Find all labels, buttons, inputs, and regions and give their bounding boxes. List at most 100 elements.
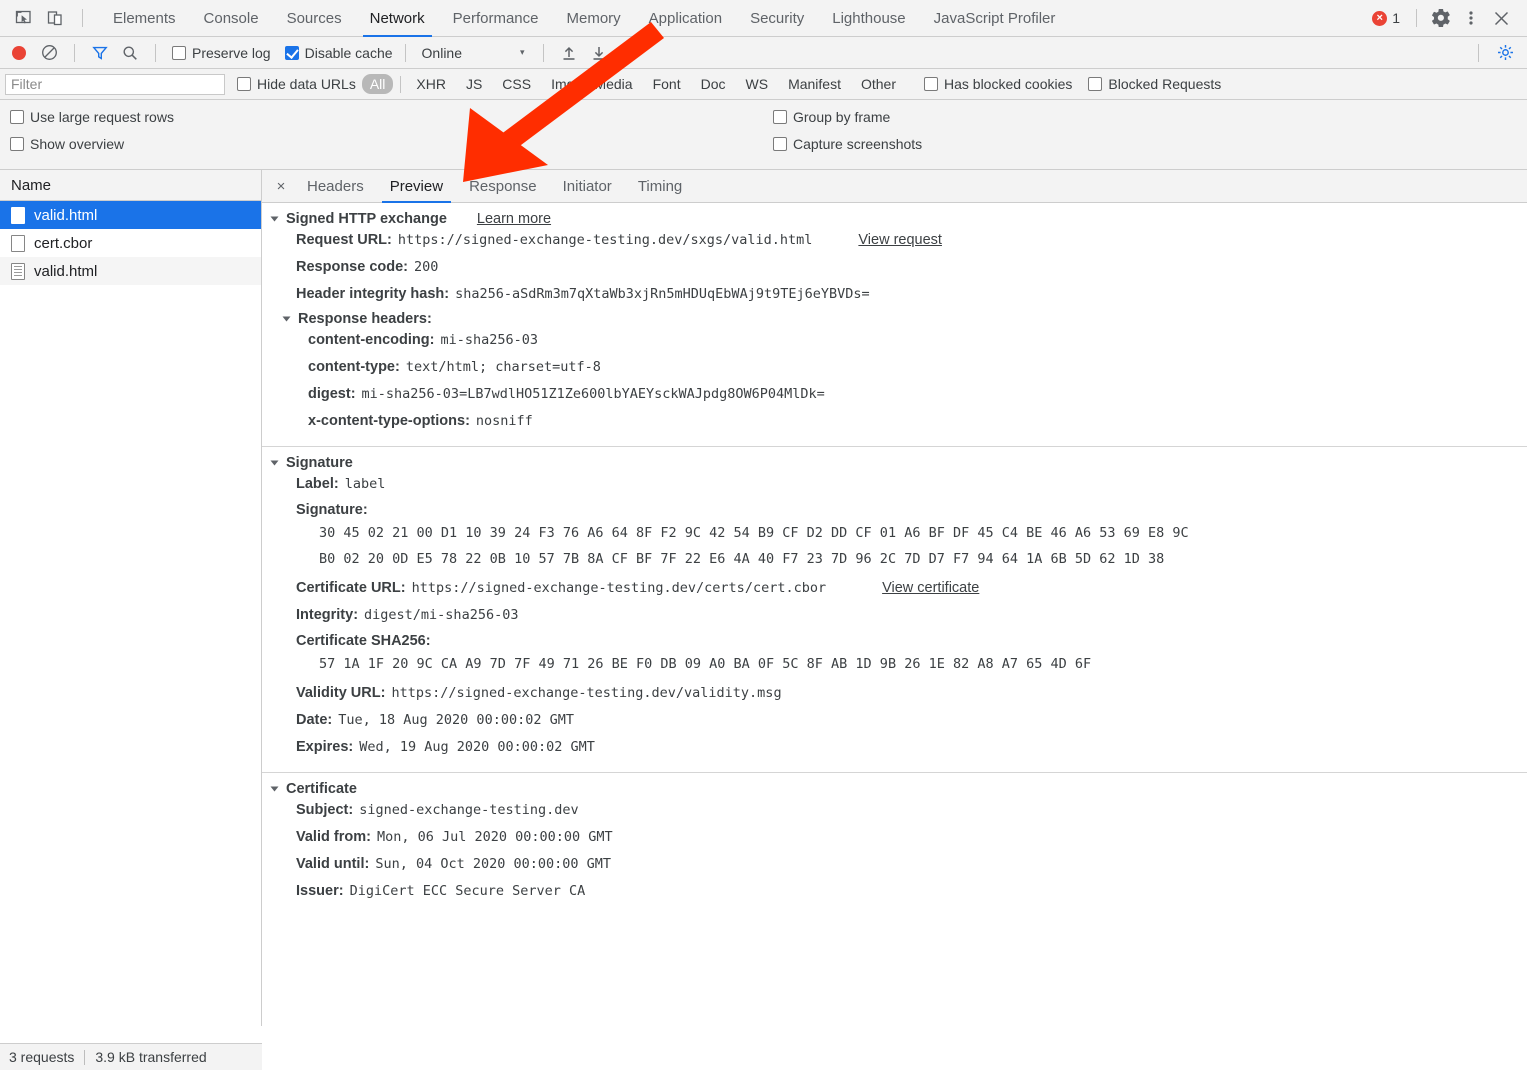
tab-timing[interactable]: Timing	[625, 170, 695, 202]
filter-input[interactable]	[5, 74, 225, 95]
import-har-icon-glyph	[561, 45, 577, 61]
blocked-requests-checkbox[interactable]: Blocked Requests	[1088, 76, 1221, 92]
record-button[interactable]	[12, 46, 26, 60]
has-blocked-cookies-checkbox[interactable]: Has blocked cookies	[924, 76, 1072, 92]
section-certificate-header[interactable]: Certificate	[262, 781, 1527, 797]
type-filter-font[interactable]: Font	[645, 74, 689, 94]
field-expires: Expires: Wed, 19 Aug 2020 00:00:02 GMT	[262, 734, 1527, 761]
more-vertical-icon[interactable]	[1457, 5, 1485, 31]
use-large-request-rows-box	[10, 110, 24, 124]
disable-cache-box	[285, 46, 299, 60]
group-by-frame-checkbox[interactable]: Group by frame	[773, 109, 922, 125]
type-filter-font-label: Font	[653, 76, 681, 92]
field-label-value: label	[345, 475, 386, 494]
show-overview-label: Show overview	[30, 136, 124, 152]
tab-preview[interactable]: Preview	[377, 170, 456, 202]
tab-sources[interactable]: Sources	[273, 0, 356, 36]
capture-screenshots-checkbox[interactable]: Capture screenshots	[773, 136, 922, 152]
toolbar-divider-4	[543, 44, 544, 62]
status-transferred-size: 3.9 kB transferred	[95, 1049, 206, 1065]
view-certificate-link[interactable]: View certificate	[882, 579, 979, 598]
toolbar-divider-1	[74, 44, 75, 62]
hide-data-urls-label: Hide data URLs	[257, 76, 356, 92]
tabbar-left-icons	[10, 0, 99, 36]
clear-icon[interactable]	[36, 41, 62, 65]
network-settings-gear-icon[interactable]	[1491, 40, 1519, 66]
field-integrity-key: Integrity:	[296, 606, 358, 625]
tab-performance[interactable]: Performance	[439, 0, 553, 36]
type-filter-img[interactable]: Img	[543, 74, 582, 94]
type-filter-css[interactable]: CSS	[494, 74, 539, 94]
close-detail-glyph: ×	[277, 178, 286, 195]
toolbar-divider-5	[1478, 44, 1479, 62]
text-document-icon	[11, 263, 25, 280]
field-date-key: Date:	[296, 711, 332, 730]
field-validity-url-key: Validity URL:	[296, 684, 385, 703]
hide-data-urls-checkbox[interactable]: Hide data URLs	[237, 76, 356, 92]
import-har-icon[interactable]	[556, 41, 582, 65]
section-signature-header[interactable]: Signature	[262, 455, 1527, 471]
close-detail-icon[interactable]: ×	[268, 170, 294, 202]
type-filter-all[interactable]: All	[362, 74, 394, 94]
tab-javascript-profiler[interactable]: JavaScript Profiler	[920, 0, 1070, 36]
field-expires-value: Wed, 19 Aug 2020 00:00:02 GMT	[359, 738, 595, 757]
type-filter-manifest[interactable]: Manifest	[780, 74, 849, 94]
tab-response[interactable]: Response	[456, 170, 550, 202]
preserve-log-box	[172, 46, 186, 60]
field-header-integrity-hash: Header integrity hash: sha256-aSdRm3m7qX…	[262, 281, 1527, 308]
table-row[interactable]: cert.cbor	[0, 229, 261, 257]
tab-headers[interactable]: Headers	[294, 170, 377, 202]
preserve-log-checkbox[interactable]: Preserve log	[172, 45, 271, 61]
devtools-main-tabbar: Elements Console Sources Network Perform…	[0, 0, 1527, 37]
export-har-icon[interactable]	[586, 41, 612, 65]
tab-elements-label: Elements	[113, 10, 176, 27]
field-certificate-url-key: Certificate URL:	[296, 579, 406, 598]
search-icon-glyph	[122, 45, 138, 61]
has-blocked-cookies-box	[924, 77, 938, 91]
use-large-request-rows-checkbox[interactable]: Use large request rows	[10, 109, 174, 125]
right-actions-divider	[1416, 9, 1417, 27]
error-count-badge[interactable]: × 1	[1366, 10, 1406, 26]
tab-network[interactable]: Network	[356, 0, 439, 36]
request-list-column-header-name[interactable]: Name	[0, 170, 261, 201]
type-filter-js[interactable]: JS	[458, 74, 490, 94]
type-filter-all-label: All	[370, 76, 386, 92]
type-filter-doc[interactable]: Doc	[693, 74, 734, 94]
close-icon[interactable]	[1487, 5, 1515, 31]
clear-icon-glyph	[41, 44, 58, 61]
hide-data-urls-box	[237, 77, 251, 91]
device-toolbar-icon[interactable]	[42, 6, 68, 30]
tab-console[interactable]: Console	[190, 0, 273, 36]
type-filter-ws[interactable]: WS	[738, 74, 777, 94]
field-signature-key: Signature:	[262, 498, 1527, 520]
field-request-url-key: Request URL:	[296, 231, 392, 250]
gear-icon[interactable]	[1427, 5, 1455, 31]
blocked-requests-box	[1088, 77, 1102, 91]
inspect-element-icon[interactable]	[10, 6, 36, 30]
type-filter-other[interactable]: Other	[853, 74, 904, 94]
field-valid-from-key: Valid from:	[296, 828, 371, 847]
subsection-response-headers-header[interactable]: Response headers:	[262, 311, 1527, 327]
show-overview-checkbox[interactable]: Show overview	[10, 136, 174, 152]
field-valid-until-value: Sun, 04 Oct 2020 00:00:00 GMT	[375, 855, 611, 874]
learn-more-link[interactable]: Learn more	[477, 211, 551, 227]
disable-cache-checkbox[interactable]: Disable cache	[285, 45, 393, 61]
tab-initiator[interactable]: Initiator	[550, 170, 625, 202]
tab-application[interactable]: Application	[635, 0, 736, 36]
type-filter-xhr[interactable]: XHR	[408, 74, 454, 94]
tab-security[interactable]: Security	[736, 0, 818, 36]
table-row[interactable]: valid.html	[0, 201, 261, 229]
view-request-link[interactable]: View request	[858, 231, 942, 250]
tab-memory[interactable]: Memory	[553, 0, 635, 36]
throttling-select[interactable]: Online ▾	[418, 45, 525, 61]
section-signed-http-exchange-header[interactable]: Signed HTTP exchange Learn more	[262, 211, 1527, 227]
search-icon[interactable]	[117, 41, 143, 65]
field-valid-until: Valid until: Sun, 04 Oct 2020 00:00:00 G…	[262, 851, 1527, 878]
certificate-sha256-hex-line: 57 1A 1F 20 9C CA A9 7D 7F 49 71 26 BE F…	[262, 651, 1527, 677]
type-filter-media[interactable]: Media	[586, 74, 640, 94]
filter-funnel-icon[interactable]	[87, 41, 113, 65]
table-row[interactable]: valid.html	[0, 257, 261, 285]
tab-lighthouse[interactable]: Lighthouse	[818, 0, 919, 36]
field-label-key: Label:	[296, 475, 339, 494]
tab-elements[interactable]: Elements	[99, 0, 190, 36]
